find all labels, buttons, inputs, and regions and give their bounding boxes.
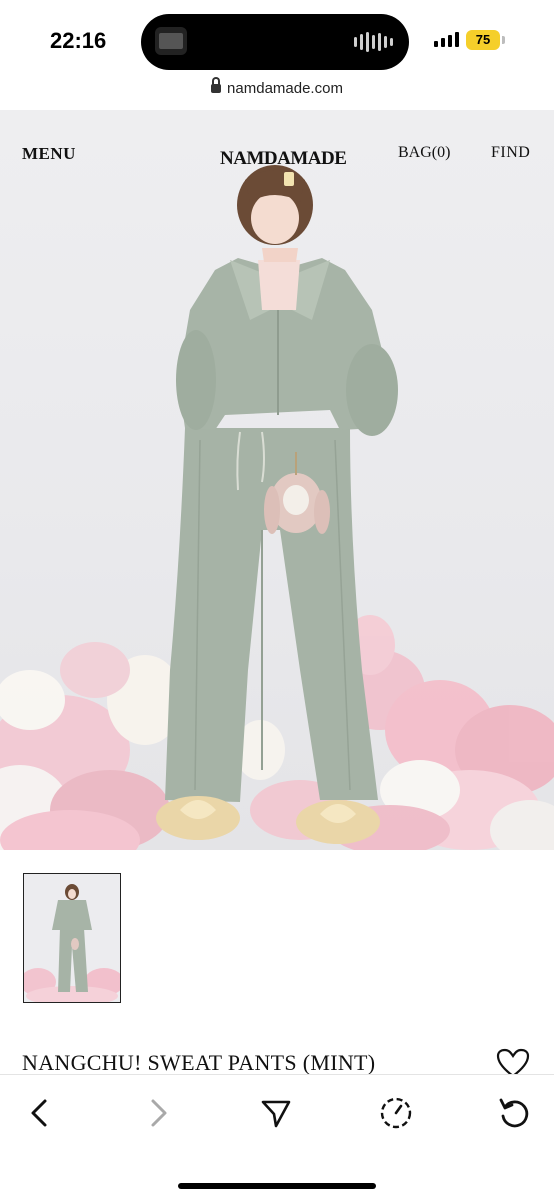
product-thumbnail[interactable]: [23, 873, 121, 1003]
battery-tip: [502, 36, 505, 44]
forward-icon[interactable]: [138, 1093, 178, 1133]
thumbnail-photo: [24, 874, 120, 1002]
dynamic-island[interactable]: [141, 14, 409, 70]
browser-toolbar: [0, 1074, 554, 1201]
reload-icon[interactable]: [494, 1093, 534, 1133]
history-icon[interactable]: [376, 1093, 416, 1133]
product-photo: [0, 165, 554, 850]
find-link[interactable]: FIND: [491, 144, 530, 162]
now-playing-thumbnail: [155, 27, 187, 55]
product-title: NANGCHU! SWEAT PANTS (MINT): [22, 1050, 376, 1075]
battery-indicator: 75: [466, 30, 500, 50]
bag-link[interactable]: BAG(0): [398, 144, 450, 162]
product-hero-image: MENU NAMDAMADE BAG(0) FIND: [0, 110, 554, 850]
lock-icon: [211, 77, 222, 93]
site-logo[interactable]: NAMDAMADE: [220, 148, 347, 170]
share-icon[interactable]: [256, 1093, 296, 1133]
status-bar: 22:16 75 namdamade.com: [0, 0, 554, 97]
back-icon[interactable]: [20, 1093, 60, 1133]
url-text: namdamade.com: [227, 80, 343, 97]
plush-pile: [0, 615, 554, 850]
cellular-signal-icon: [434, 32, 459, 47]
status-time: 22:16: [50, 28, 107, 53]
home-indicator: [178, 1183, 376, 1189]
audio-wave-icon: [354, 32, 393, 52]
menu-link[interactable]: MENU: [22, 144, 76, 164]
url-bar[interactable]: namdamade.com: [0, 77, 554, 97]
